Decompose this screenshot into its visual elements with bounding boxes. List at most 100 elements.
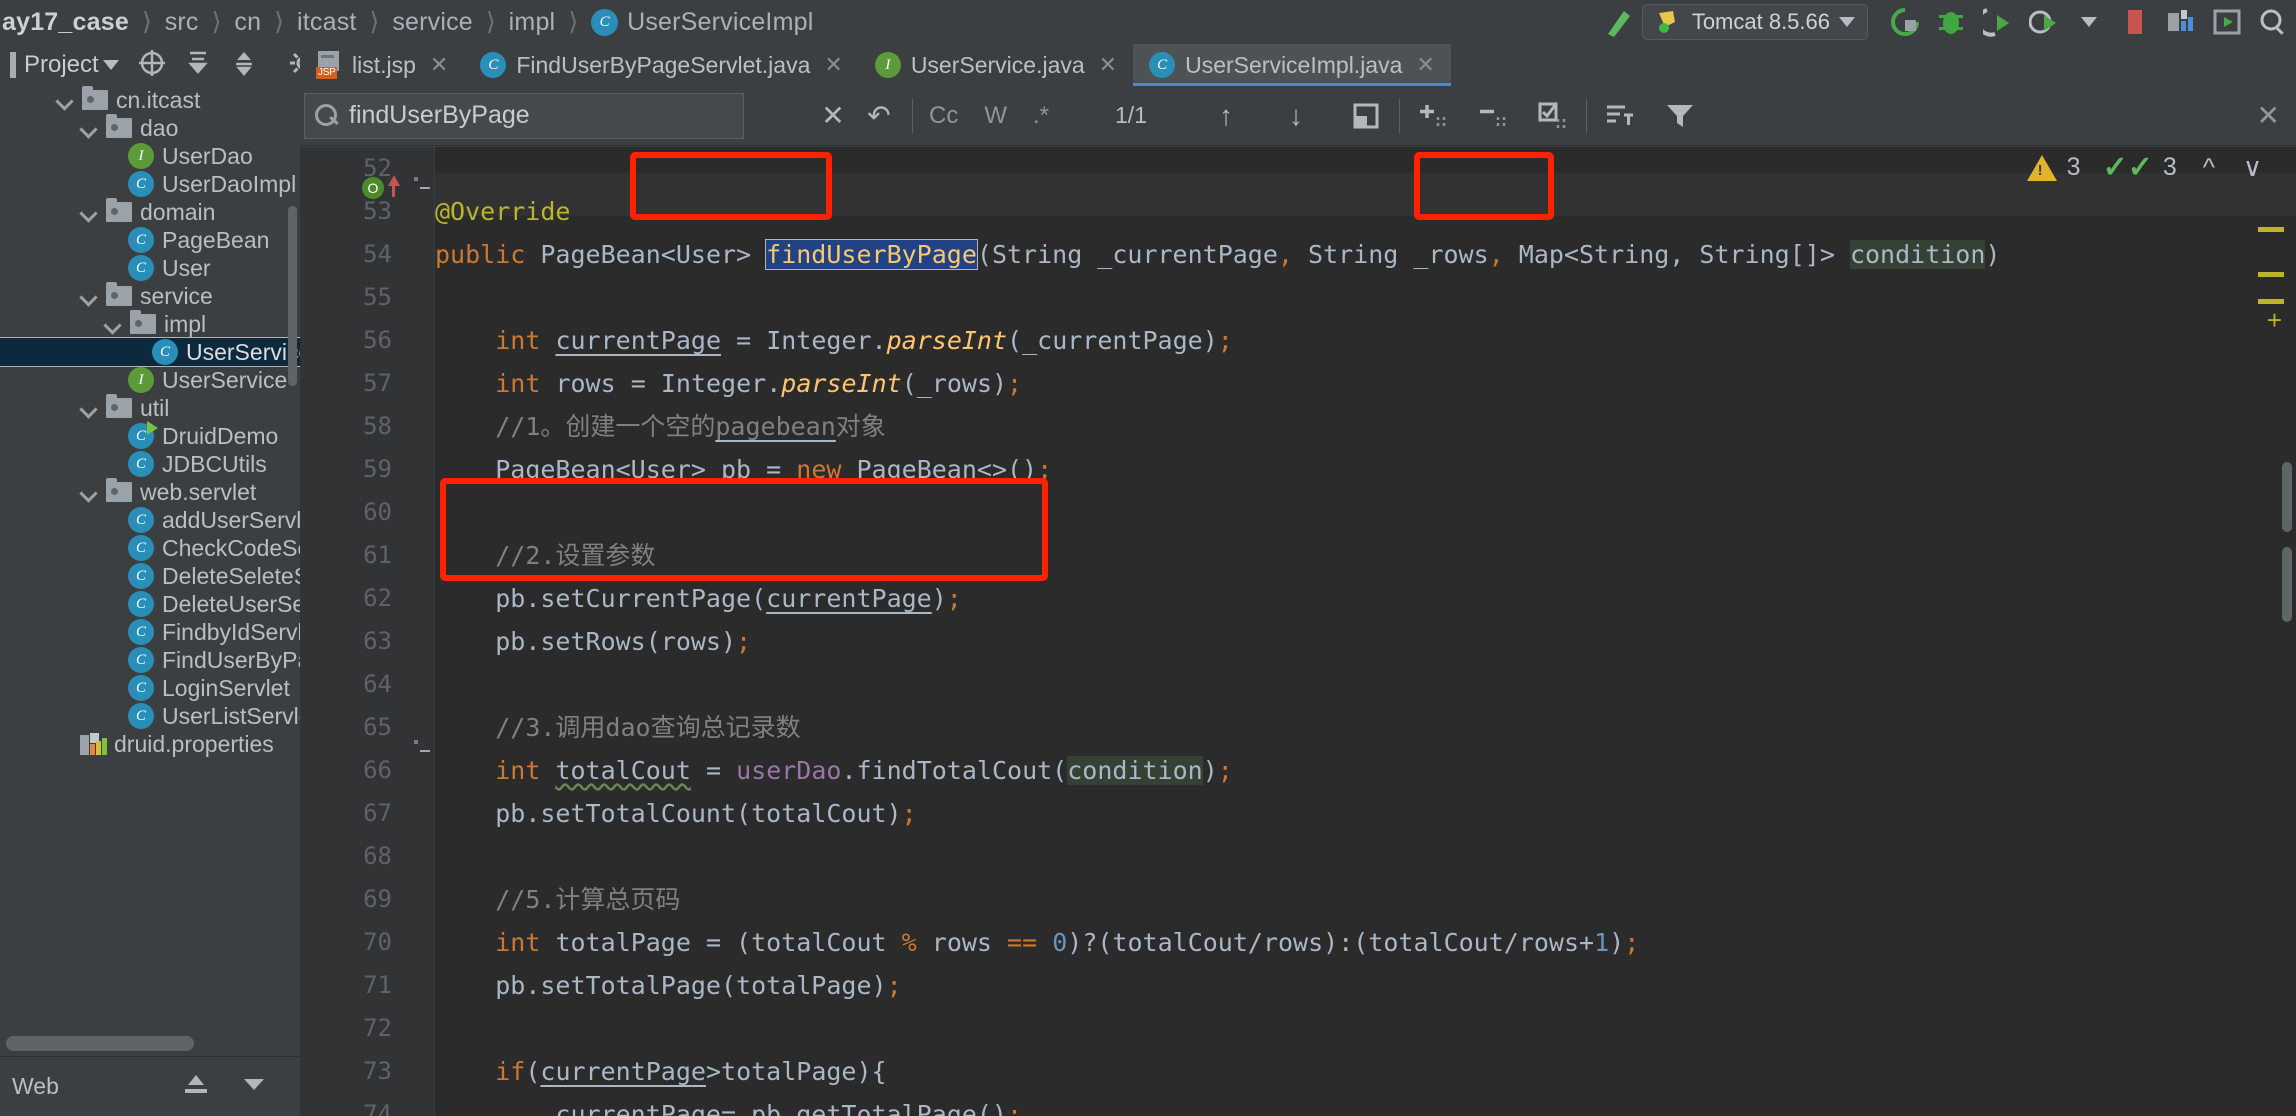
code-line[interactable]: public PageBean<User> findUserByPage(Str… <box>435 233 2000 276</box>
tree-item-userdao[interactable]: I UserDao <box>0 142 300 170</box>
code-line[interactable]: pb.setRows(rows); <box>435 620 751 663</box>
search-everywhere-icon[interactable] <box>2250 0 2296 44</box>
filter-icon[interactable] <box>1657 93 1703 139</box>
chevron-down-icon[interactable] <box>80 399 98 417</box>
debug-icon[interactable] <box>1928 0 1974 44</box>
tree-item-userdaoimpl[interactable]: C UserDaoImpl <box>0 170 300 198</box>
collapse-all-icon[interactable] <box>229 48 259 83</box>
code-editor[interactable]: 52 53 54 55 56 57 58 59 60 61 62 63 64 65 66 67 68 69 70 71… <box>300 147 2296 1116</box>
tree-item-impl[interactable]: impl <box>0 310 300 338</box>
hammer-build-icon[interactable] <box>1596 0 1642 44</box>
breadcrumb-item-class[interactable]: UserServiceImpl <box>627 8 813 37</box>
chevron-down-icon[interactable] <box>2066 0 2112 44</box>
close-icon[interactable]: ✕ <box>1416 52 1434 78</box>
bottom-bar-label[interactable]: Web <box>12 1073 59 1100</box>
tree-item-jdbcutils[interactable]: C JDBCUtils <box>0 450 300 478</box>
chevron-down-icon[interactable]: ∨ <box>2243 152 2262 183</box>
tree-item-userserviceimpl[interactable]: C UserServiceImpl <box>0 337 300 367</box>
tree-item-web-servlet[interactable]: web.servlet <box>0 478 300 506</box>
chevron-down-icon[interactable] <box>80 203 98 221</box>
stop-icon[interactable] <box>2112 0 2158 44</box>
tree-item-domain[interactable]: domain <box>0 198 300 226</box>
add-line-icon[interactable] <box>1410 93 1456 139</box>
code-line[interactable]: pb.setTotalPage(totalPage); <box>435 964 901 1007</box>
breadcrumb-item-itcast[interactable]: itcast <box>297 8 357 37</box>
close-find-bar-icon[interactable]: ✕ <box>2257 99 2280 132</box>
tree-item-deleteuserservlet[interactable]: C DeleteUserServlet <box>0 590 300 618</box>
breadcrumb-item-project[interactable]: ay17_case <box>2 8 129 37</box>
expand-all-icon[interactable] <box>183 48 213 83</box>
tab-list-jsp[interactable]: JSP list.jsp ✕ <box>300 44 464 86</box>
marker-stripe-warning[interactable] <box>2258 227 2284 232</box>
tree-item-util[interactable]: util <box>0 394 300 422</box>
tree-item-deleteseleteservlet[interactable]: C DeleteSeleteServlet <box>0 562 300 590</box>
code-line[interactable]: //1。创建一个空的pagebean对象 <box>435 405 886 448</box>
code-line[interactable]: @Override <box>435 190 570 233</box>
code-line[interactable]: int totalCout = userDao.findTotalCout(co… <box>435 749 1233 792</box>
editor-vertical-scrollbar[interactable] <box>2282 547 2292 622</box>
breadcrumb-item-cn[interactable]: cn <box>234 8 261 37</box>
tree-item-checkcodeservlet[interactable]: C CheckCodeServlet <box>0 534 300 562</box>
chevron-down-icon[interactable] <box>56 91 74 109</box>
code-line[interactable]: //3.调用dao查询总记录数 <box>435 706 800 749</box>
chevron-down-icon[interactable] <box>80 483 98 501</box>
chevron-up-icon[interactable]: ^ <box>2203 152 2215 183</box>
project-panel-title[interactable]: Project <box>24 51 99 79</box>
close-icon[interactable]: ✕ <box>824 52 842 78</box>
chevron-down-icon[interactable] <box>104 315 122 333</box>
close-icon[interactable]: ✕ <box>1099 52 1117 78</box>
close-icon[interactable]: ✕ <box>430 52 448 78</box>
chevron-down-icon[interactable] <box>80 119 98 137</box>
code-line[interactable]: int totalPage = (totalCout % rows == 0)?… <box>435 921 1639 964</box>
tree-horizontal-scrollbar[interactable] <box>6 1036 194 1051</box>
code-line[interactable]: PageBean<User> pb = new PageBean<>(); <box>435 448 1052 491</box>
build-project-icon[interactable] <box>1882 0 1928 44</box>
tree-item-druid-properties[interactable]: druid.properties <box>0 730 300 758</box>
tree-item-user[interactable]: C User <box>0 254 300 282</box>
code-content[interactable]: @Override public PageBean<User> findUserB… <box>435 147 2296 1116</box>
breadcrumb-item-impl[interactable]: impl <box>509 8 556 37</box>
clear-search-icon[interactable]: ✕ <box>810 93 856 139</box>
code-line[interactable]: pb.setTotalCount(totalCout); <box>435 792 916 835</box>
marker-stripe-warning[interactable] <box>2258 299 2284 304</box>
marker-stripe-warning[interactable] <box>2258 272 2284 277</box>
tree-vertical-scrollbar[interactable] <box>288 206 297 386</box>
tree-item-service[interactable]: service <box>0 282 300 310</box>
breadcrumb-item-service[interactable]: service <box>392 8 473 37</box>
tab-finduserbypageservlet-java[interactable]: C FindUserByPageServlet.java ✕ <box>464 44 858 86</box>
code-line[interactable]: if(currentPage>totalPage){ <box>435 1050 886 1093</box>
toggle-selection-icon[interactable] <box>1530 93 1576 139</box>
marker-stripe-plus[interactable]: + <box>2267 307 2282 333</box>
code-line[interactable]: //2.设置参数 <box>435 534 655 577</box>
project-tree[interactable]: cn.itcast dao I UserDao C UserDaoImpl domain C P… <box>0 86 300 1026</box>
code-line[interactable]: //5.计算总页码 <box>435 878 680 921</box>
search-input[interactable]: findUserByPage <box>304 92 744 139</box>
regex-toggle[interactable]: .* <box>1027 102 1055 130</box>
multiline-toggle-icon[interactable]: ↶ <box>856 93 902 139</box>
play-boxed-icon[interactable] <box>2204 0 2250 44</box>
code-line[interactable]: int currentPage = Integer.parseInt(_curr… <box>435 319 1233 362</box>
tree-item-adduserservlet[interactable]: CaddUserServlet <box>0 506 300 534</box>
tree-item-loginservlet[interactable]: C LoginServlet <box>0 674 300 702</box>
words-toggle[interactable]: W <box>978 102 1013 130</box>
filter-options-icon[interactable] <box>1597 93 1643 139</box>
chevron-down-icon[interactable] <box>241 1074 267 1099</box>
overridden-method-marker[interactable]: O <box>362 177 384 199</box>
tree-item-cn-itcast[interactable]: cn.itcast <box>0 86 300 114</box>
breadcrumb-item-src[interactable]: src <box>165 8 199 37</box>
tree-item-druiddemo[interactable]: C DruidDemo <box>0 421 300 450</box>
search-icon[interactable] <box>315 103 339 128</box>
collapse-icon[interactable] <box>179 1071 213 1102</box>
tab-userserviceimpl-java[interactable]: C UserServiceImpl.java ✕ <box>1133 44 1451 86</box>
select-all-occurrences-icon[interactable] <box>1343 93 1389 139</box>
chevron-down-icon[interactable] <box>1839 17 1855 27</box>
editor-vertical-scrollbar[interactable] <box>2282 462 2292 532</box>
tree-item-dao[interactable]: dao <box>0 114 300 142</box>
match-case-toggle[interactable]: Cc <box>923 102 964 130</box>
code-line[interactable]: int rows = Integer.parseInt(_rows); <box>435 362 1022 405</box>
remove-line-icon[interactable] <box>1470 93 1516 139</box>
tab-userservice-java[interactable]: I UserService.java ✕ <box>859 44 1133 86</box>
tree-item-findbyidservlet[interactable]: C FindbyIdServlet <box>0 618 300 646</box>
structure-chart-icon[interactable] <box>2158 0 2204 44</box>
chevron-down-icon[interactable] <box>80 287 98 305</box>
